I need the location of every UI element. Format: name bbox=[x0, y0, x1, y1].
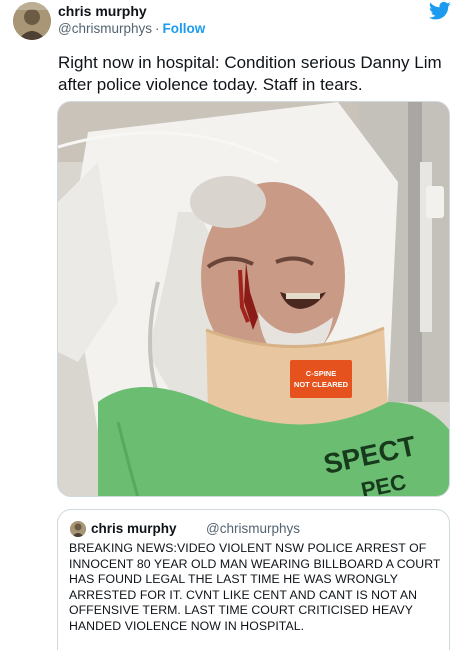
tweet-text: Right now in hospital: Condition serious… bbox=[58, 53, 442, 94]
twitter-bird-icon[interactable] bbox=[429, 1, 451, 21]
quoted-tweet[interactable]: chris murphy @chrismurphys BREAKING NEWS… bbox=[57, 509, 450, 650]
collar-label-line2: NOT CLEARED bbox=[294, 380, 349, 389]
author-handle[interactable]: @chrismurphys bbox=[58, 21, 152, 36]
avatar[interactable] bbox=[13, 2, 51, 40]
author-handle-row: @chrismurphys · Follow bbox=[58, 21, 205, 36]
separator-dot: · bbox=[154, 21, 160, 36]
quote-display-name: chris murphy bbox=[91, 521, 177, 536]
collar-label-line1: C-SPINE bbox=[306, 369, 336, 378]
quote-text: BREAKING NEWS:VIDEO VIOLENT NSW POLICE A… bbox=[69, 541, 441, 633]
quote-avatar bbox=[70, 521, 86, 537]
follow-button[interactable]: Follow bbox=[162, 21, 205, 36]
embedded-tweet: chris murphy @chrismurphys · Follow Right … bbox=[0, 0, 460, 650]
author-display-name[interactable]: chris murphy bbox=[58, 3, 147, 19]
quote-handle: @chrismurphys bbox=[206, 521, 300, 536]
tweet-photo[interactable]: C-SPINE NOT CLEARED SPECT PEC bbox=[57, 101, 450, 497]
